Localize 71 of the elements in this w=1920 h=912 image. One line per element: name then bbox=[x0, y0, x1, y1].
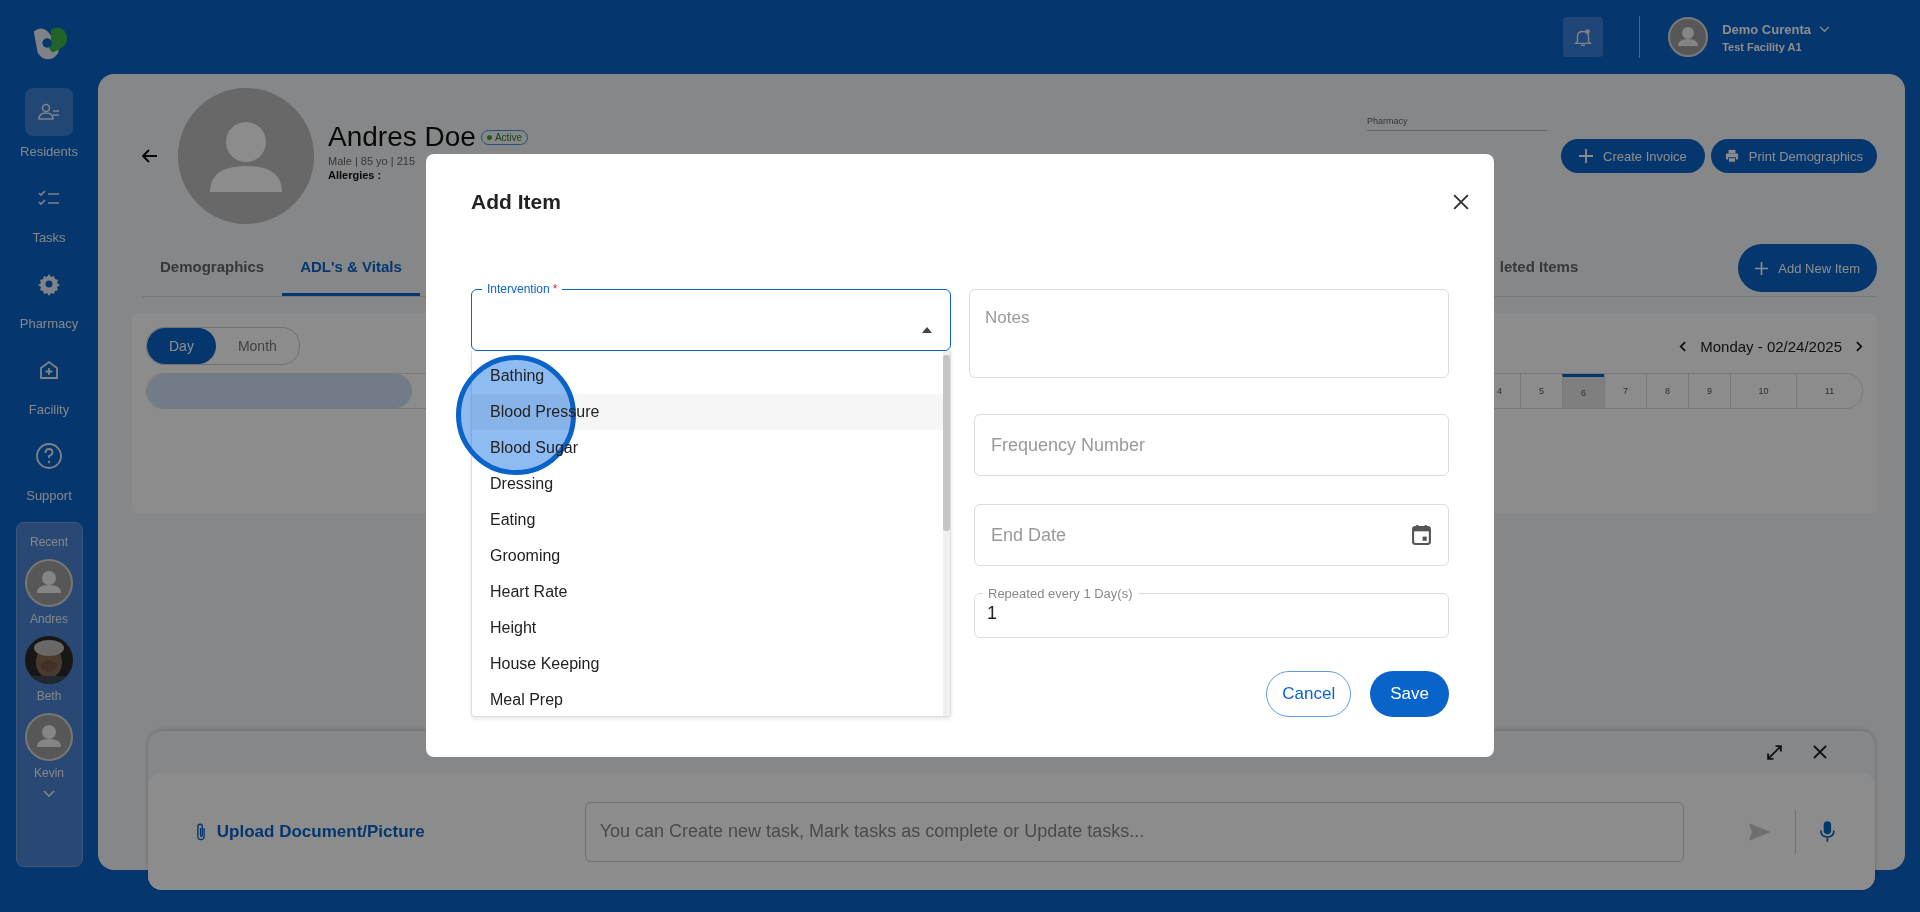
avatar-icon bbox=[178, 88, 314, 224]
dropdown-option[interactable]: Bathing bbox=[472, 358, 943, 394]
nav-item[interactable]: Support bbox=[25, 432, 73, 503]
toggle-option[interactable]: Month bbox=[215, 328, 299, 364]
dropdown-option[interactable]: Eating bbox=[472, 502, 943, 538]
scrollbar-thumb[interactable] bbox=[943, 355, 950, 531]
nav-item[interactable]: Tasks bbox=[25, 174, 73, 245]
help-icon bbox=[35, 442, 63, 470]
dropdown-option[interactable]: Dressing bbox=[472, 466, 943, 502]
day-cell[interactable]: 11 bbox=[1796, 374, 1862, 408]
microphone-icon[interactable] bbox=[1820, 820, 1835, 843]
toggle-option[interactable]: Day bbox=[147, 328, 216, 364]
chat-input[interactable]: You can Create new task, Mark tasks as complete or Update tasks... bbox=[584, 801, 1684, 862]
notification-button[interactable] bbox=[1563, 17, 1604, 57]
day-cell[interactable]: 6 bbox=[1562, 374, 1604, 408]
close-icon[interactable] bbox=[1813, 745, 1827, 759]
chevron-left-icon[interactable] bbox=[1679, 340, 1687, 352]
allergies-label: Allergies : bbox=[328, 169, 383, 181]
action-button[interactable]: Create Invoice bbox=[1561, 139, 1705, 173]
house-plus-icon bbox=[37, 358, 61, 382]
printer-icon bbox=[1724, 149, 1739, 163]
dropdown-option[interactable]: House Keeping bbox=[472, 646, 943, 682]
save-button[interactable]: Save bbox=[1370, 671, 1449, 717]
recent-resident[interactable]: Kevin bbox=[25, 713, 73, 780]
nav-item[interactable]: Pharmacy bbox=[19, 260, 79, 331]
frequency-field[interactable]: Frequency Number bbox=[974, 414, 1449, 476]
avatar-icon bbox=[25, 713, 73, 761]
field-label: Intervention bbox=[487, 282, 550, 297]
plus-icon bbox=[1755, 261, 1769, 275]
dropdown-option[interactable]: Meal Prep bbox=[472, 682, 943, 716]
notes-field[interactable]: Notes bbox=[969, 289, 1449, 378]
day-cell[interactable]: 7 bbox=[1604, 374, 1646, 408]
calendar-icon[interactable] bbox=[1412, 524, 1431, 545]
resident-name: Andres Doe bbox=[328, 121, 476, 153]
upload-link[interactable]: Upload Document/Picture bbox=[216, 821, 425, 842]
day-cell[interactable]: 9 bbox=[1688, 374, 1730, 408]
tab[interactable]: leted Items bbox=[1481, 240, 1597, 296]
dropdown-option[interactable]: Heart Rate bbox=[472, 574, 943, 610]
resident-details: Male | 85 yo | 215 bbox=[328, 155, 417, 167]
recent-resident[interactable]: Andres bbox=[25, 559, 73, 626]
recent-resident[interactable]: Beth bbox=[25, 636, 73, 703]
end-date-field[interactable]: End Date bbox=[974, 504, 1449, 566]
avatar-icon bbox=[1668, 17, 1709, 57]
plus-icon bbox=[1579, 149, 1593, 163]
dropdown-option[interactable]: Height bbox=[472, 610, 943, 646]
facility-name: Test Facility A1 bbox=[1722, 40, 1803, 53]
close-icon[interactable] bbox=[1453, 194, 1469, 210]
cancel-button[interactable]: Cancel bbox=[1266, 671, 1352, 717]
recent-title: Recent bbox=[30, 535, 68, 549]
intervention-select[interactable]: Intervention * bbox=[471, 282, 951, 351]
settings-icon bbox=[37, 272, 61, 296]
avatar-icon bbox=[25, 559, 73, 607]
field-label: Repeated every 1 Day(s) bbox=[987, 586, 1134, 601]
day-cell[interactable]: 8 bbox=[1646, 374, 1688, 408]
repeat-field[interactable]: Repeated every 1 Day(s) 1 bbox=[974, 586, 1449, 638]
action-button[interactable]: Print Demographics bbox=[1710, 139, 1877, 173]
tab[interactable]: ADL's & Vitals bbox=[282, 240, 420, 296]
chevron-right-icon[interactable] bbox=[1856, 340, 1863, 352]
day-cell[interactable]: 10 bbox=[1730, 374, 1796, 408]
dropdown-option[interactable]: Grooming bbox=[472, 538, 943, 574]
repeat-value-input[interactable]: 1 bbox=[983, 601, 1442, 624]
user-name[interactable]: Demo Curenta bbox=[1722, 21, 1811, 37]
expand-icon[interactable] bbox=[1766, 743, 1783, 761]
tab[interactable]: Demographics bbox=[142, 240, 283, 296]
paperclip-icon bbox=[196, 822, 207, 841]
dialog-title: Add Item bbox=[471, 190, 561, 214]
required-mark: * bbox=[552, 282, 558, 297]
add-new-item-button[interactable]: Add New Item bbox=[1738, 244, 1877, 292]
nav-item[interactable]: Facility bbox=[25, 346, 73, 417]
date-label: Monday - 02/24/2025 bbox=[1700, 337, 1842, 355]
back-arrow-icon[interactable] bbox=[142, 148, 158, 164]
